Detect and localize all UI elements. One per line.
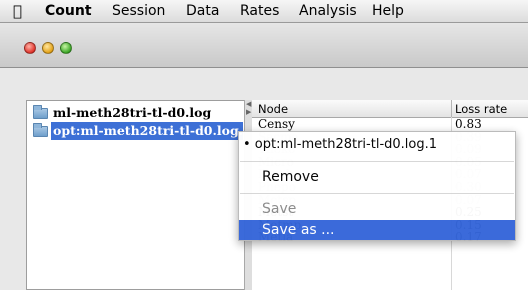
menu-bar:  Count Session Data Rates Analysis Help: [0, 0, 528, 23]
save-menu-item[interactable]: Save: [239, 199, 515, 219]
zoom-window-button[interactable]: [60, 42, 72, 54]
column-divider[interactable]: [451, 100, 452, 117]
context-menu-header-label: • opt:ml-meth28tri-tl-d0.log.1: [243, 137, 438, 152]
save-label: Save: [262, 201, 297, 217]
close-window-button[interactable]: [24, 42, 36, 54]
menu-app-count[interactable]: Count: [45, 3, 92, 19]
table-header: Node Loss rate: [252, 100, 528, 118]
menu-session[interactable]: Session: [112, 3, 165, 19]
remove-menu-item[interactable]: Remove: [239, 167, 515, 187]
file-name: opt:ml-meth28tri-tl-d0.log.1: [51, 122, 243, 140]
menu-rates[interactable]: Rates: [240, 3, 279, 19]
apple-icon[interactable]: : [13, 2, 22, 20]
menu-data[interactable]: Data: [186, 3, 219, 19]
menu-analysis[interactable]: Analysis: [299, 3, 357, 19]
save-as-label: Save as ...: [262, 222, 335, 238]
folder-icon: [33, 123, 48, 137]
collapse-right-arrow-icon[interactable]: ▶: [246, 108, 251, 116]
session-file-list[interactable]: ml-meth28tri-tl-d0.log opt:ml-meth28tri-…: [26, 100, 244, 290]
save-as-menu-item[interactable]: Save as ...: [239, 220, 515, 240]
column-header-loss-rate[interactable]: Loss rate: [455, 102, 507, 116]
menu-separator: [240, 193, 514, 194]
column-header-node[interactable]: Node: [258, 102, 288, 116]
menu-separator: [240, 161, 514, 162]
file-item-1[interactable]: opt:ml-meth28tri-tl-d0.log.1: [29, 122, 243, 140]
minimize-window-button[interactable]: [42, 42, 54, 54]
context-menu-header: • opt:ml-meth28tri-tl-d0.log.1: [239, 134, 515, 156]
folder-icon: [33, 105, 48, 119]
context-menu: • opt:ml-meth28tri-tl-d0.log.1 Remove Sa…: [238, 131, 516, 241]
file-item-0[interactable]: ml-meth28tri-tl-d0.log: [29, 104, 243, 122]
file-name: ml-meth28tri-tl-d0.log: [53, 105, 212, 120]
collapse-left-arrow-icon[interactable]: ◀: [246, 100, 251, 108]
remove-label: Remove: [262, 169, 319, 185]
menu-help[interactable]: Help: [372, 3, 404, 19]
window-titlebar: [0, 23, 528, 68]
